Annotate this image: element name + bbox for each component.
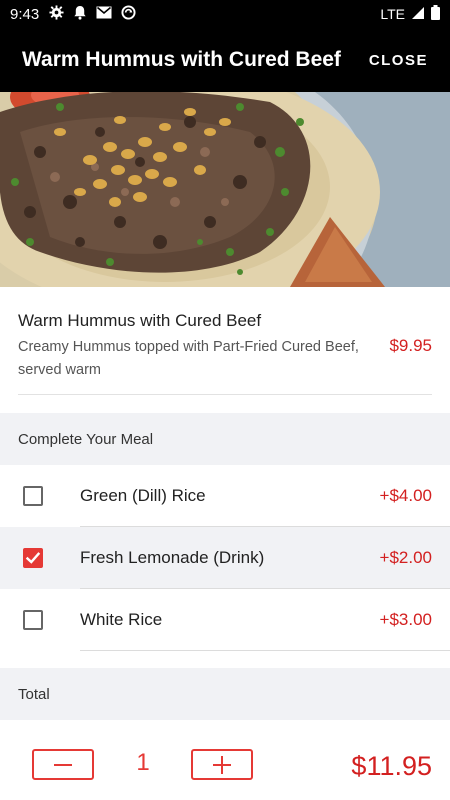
gmail-icon bbox=[96, 6, 112, 23]
checkmark-icon bbox=[25, 552, 41, 564]
quantity-value: 1 bbox=[136, 749, 150, 776]
option-white-rice[interactable]: White Rice +$3.00 bbox=[0, 589, 450, 651]
status-time: 9:43 bbox=[10, 5, 40, 23]
status-bar: 9:43 LTE bbox=[0, 0, 450, 28]
plus-icon bbox=[213, 755, 231, 774]
decrease-quantity-button[interactable] bbox=[32, 749, 94, 780]
total-amount: $11.95 bbox=[351, 751, 432, 781]
network-type: LTE bbox=[380, 6, 405, 22]
checkbox[interactable] bbox=[23, 610, 43, 630]
battery-icon bbox=[431, 5, 440, 23]
option-price: +$3.00 bbox=[379, 610, 432, 629]
settings-icon bbox=[49, 4, 64, 24]
option-green-dill-rice[interactable]: Green (Dill) Rice +$4.00 bbox=[0, 465, 450, 527]
app-bar: Warm Hummus with Cured Beef CLOSE bbox=[0, 28, 450, 92]
sync-icon bbox=[121, 4, 136, 24]
increase-quantity-button[interactable] bbox=[191, 749, 253, 780]
complete-meal-heading: Complete Your Meal bbox=[0, 413, 450, 465]
divider bbox=[80, 650, 450, 651]
food-photo bbox=[0, 92, 450, 287]
option-price: +$4.00 bbox=[379, 486, 432, 505]
option-label: Fresh Lemonade (Drink) bbox=[80, 548, 265, 567]
item-price: $9.95 bbox=[389, 336, 432, 355]
total-heading: Total bbox=[0, 668, 450, 720]
minus-icon bbox=[54, 763, 72, 766]
signal-icon bbox=[411, 6, 425, 23]
checkbox[interactable] bbox=[23, 486, 43, 506]
checkbox[interactable] bbox=[23, 548, 43, 568]
item-name: Warm Hummus with Cured Beef bbox=[18, 311, 262, 330]
page-title: Warm Hummus with Cured Beef bbox=[22, 48, 341, 71]
option-fresh-lemonade[interactable]: Fresh Lemonade (Drink) +$2.00 bbox=[0, 527, 450, 589]
notification-bell-icon bbox=[73, 5, 87, 24]
option-price: +$2.00 bbox=[379, 548, 432, 567]
option-label: White Rice bbox=[80, 610, 163, 629]
item-details: Warm Hummus with Cured Beef Creamy Hummu… bbox=[18, 287, 432, 395]
item-description: Creamy Hummus topped with Part-Fried Cur… bbox=[18, 339, 359, 378]
close-button[interactable]: CLOSE bbox=[369, 52, 428, 69]
option-label: Green (Dill) Rice bbox=[80, 486, 206, 505]
